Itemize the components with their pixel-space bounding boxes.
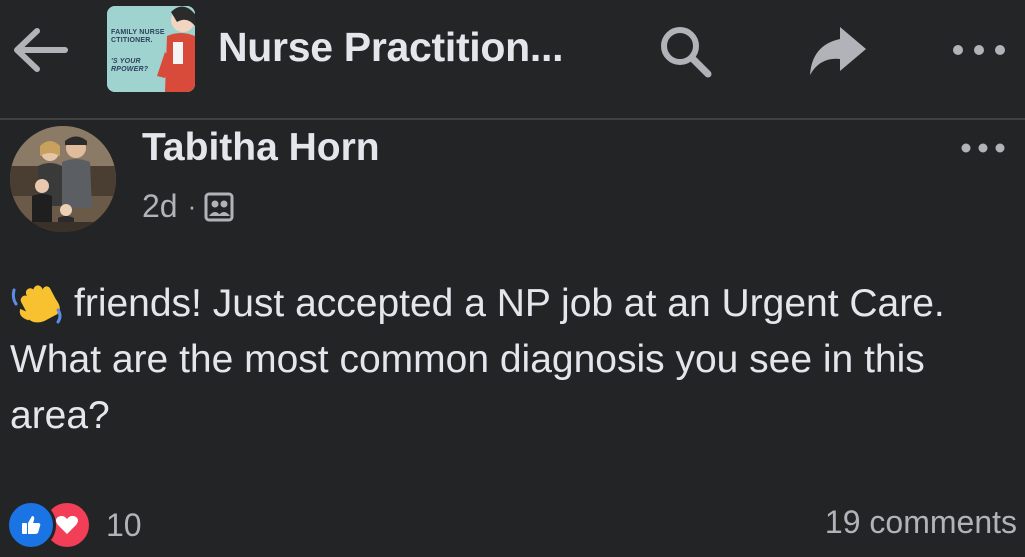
search-button[interactable] xyxy=(650,18,722,84)
group-audience-icon xyxy=(204,192,234,221)
group-thumbnail[interactable]: FAMILY NURSE CTITIONER. 'S YOUR RPOWER? xyxy=(107,6,195,92)
thumb-line-1: FAMILY NURSE xyxy=(111,29,165,36)
thumb-line-4: RPOWER? xyxy=(111,66,149,73)
thumb-line-2: CTITIONER. xyxy=(111,37,153,44)
post-body-text: friends! Just accepted a NP job at an Ur… xyxy=(10,282,945,437)
header-divider xyxy=(0,118,1025,120)
post-options-button[interactable] xyxy=(950,128,1016,168)
post-time[interactable]: 2d xyxy=(142,188,178,225)
back-button[interactable] xyxy=(8,22,72,78)
post-screen: FAMILY NURSE CTITIONER. 'S YOUR RPOWER? … xyxy=(0,0,1025,557)
more-options-icon xyxy=(961,143,1005,153)
post-meta: 2d · xyxy=(142,188,234,225)
heart-icon xyxy=(56,515,78,534)
more-options-button[interactable] xyxy=(946,22,1012,78)
avatar[interactable] xyxy=(10,126,116,232)
share-icon xyxy=(810,27,866,75)
reactions-summary[interactable]: 10 xyxy=(6,500,142,550)
author-name[interactable]: Tabitha Horn xyxy=(142,126,380,170)
search-icon xyxy=(661,27,712,78)
thumbs-up-icon xyxy=(22,516,41,534)
like-reaction xyxy=(6,500,56,550)
back-arrow-icon xyxy=(14,28,68,72)
reaction-count: 10 xyxy=(106,506,142,543)
top-bar: FAMILY NURSE CTITIONER. 'S YOUR RPOWER? … xyxy=(0,0,1025,118)
comments-count[interactable]: 19 comments xyxy=(825,504,1017,541)
more-options-icon xyxy=(953,45,1005,55)
thumb-line-3: 'S YOUR xyxy=(111,58,141,65)
share-button[interactable] xyxy=(798,18,876,84)
waving-hand-emoji xyxy=(11,285,62,324)
post-text: friends! Just accepted a NP job at an Ur… xyxy=(10,276,1010,444)
group-title[interactable]: Nurse Practition... xyxy=(218,24,563,71)
meta-separator: · xyxy=(187,191,197,221)
